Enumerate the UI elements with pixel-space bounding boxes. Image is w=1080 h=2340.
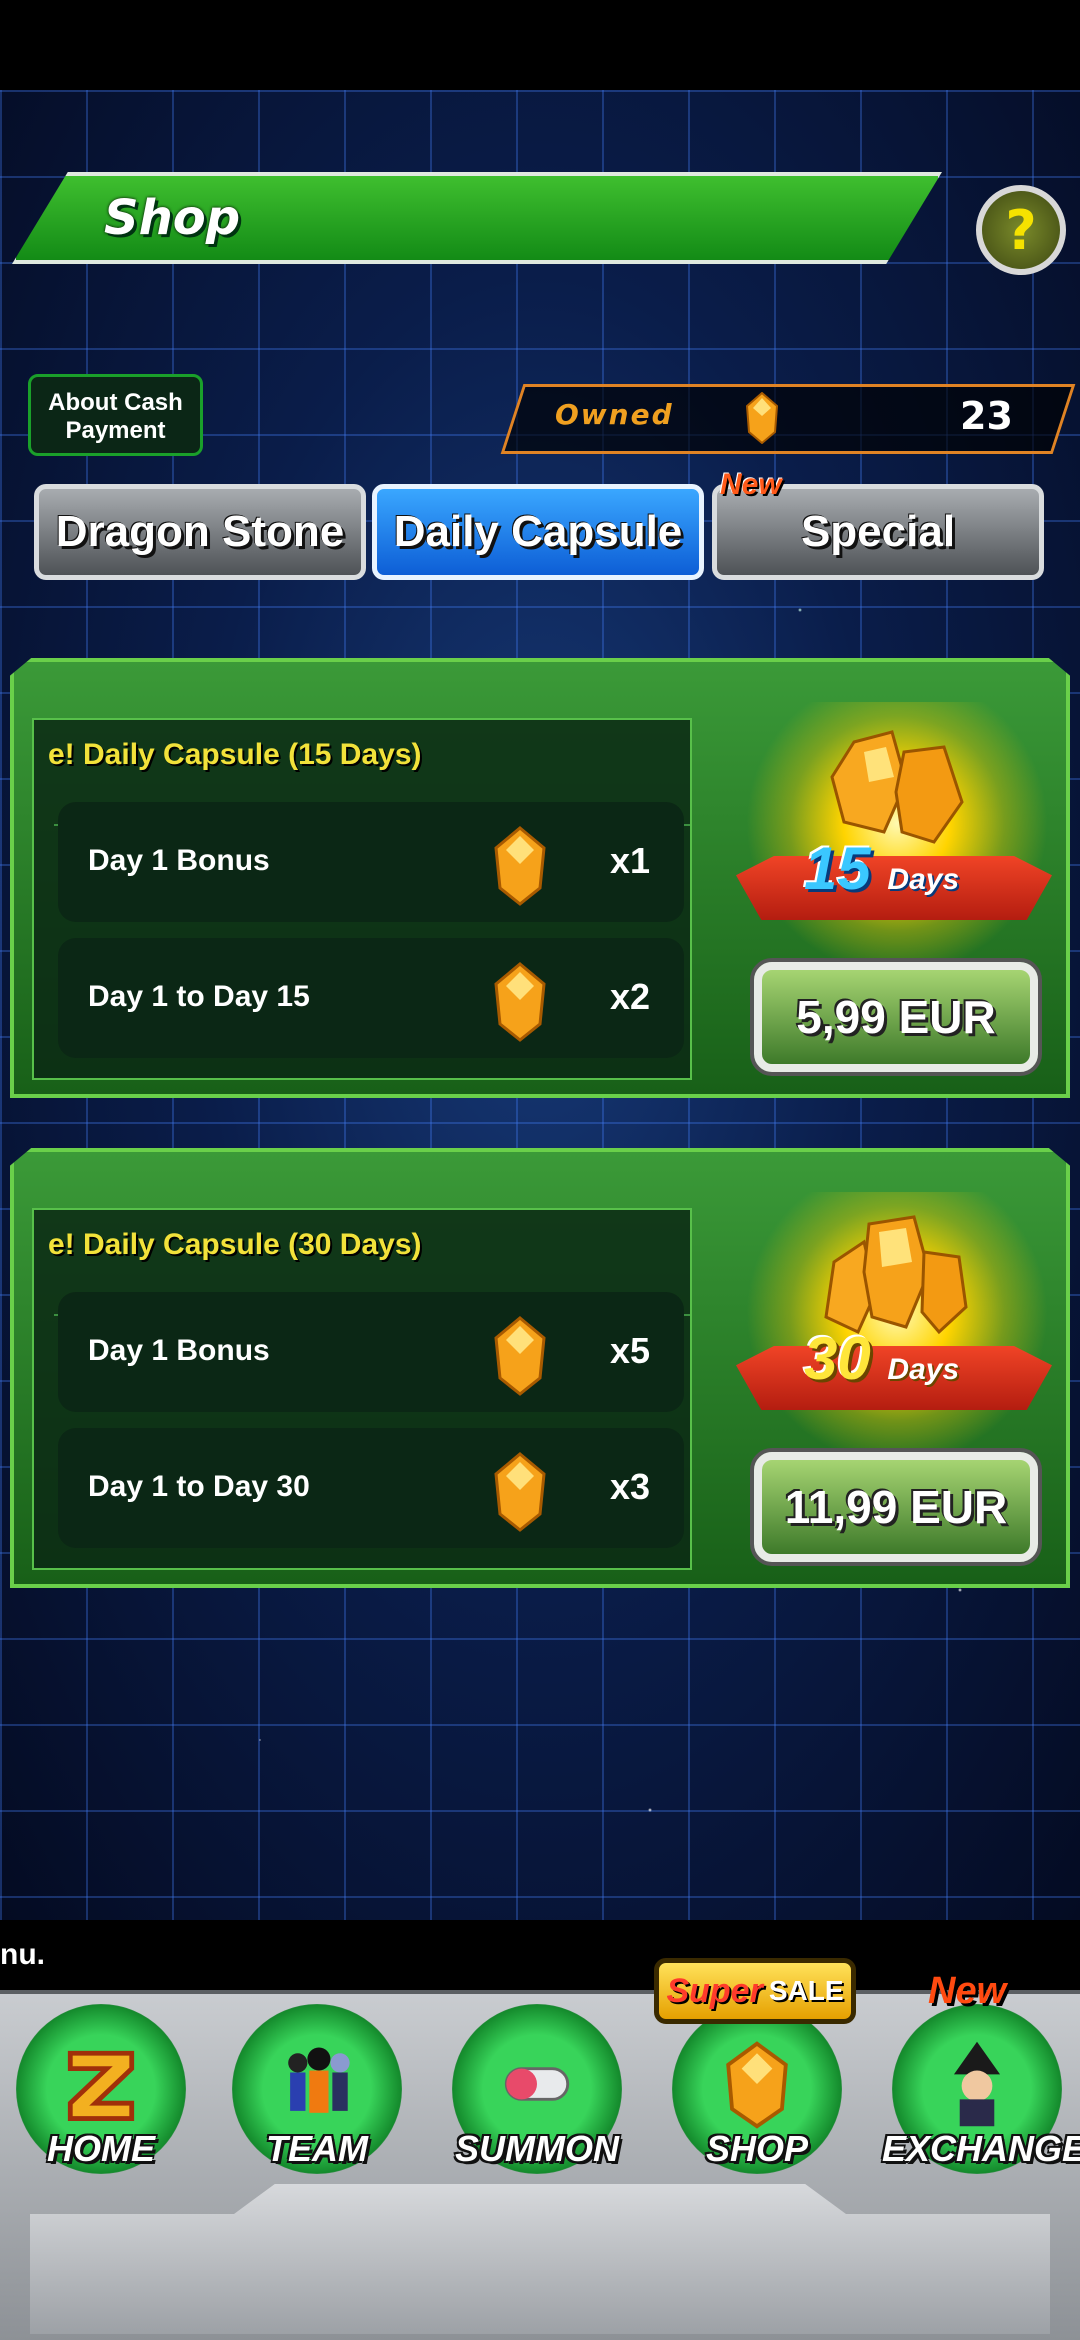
days-label: 30 Days: [804, 1324, 959, 1393]
offer-details: e! Daily Capsule (30 Days) Day 1 Bonus x…: [32, 1208, 692, 1570]
about-cash-payment-button[interactable]: About Cash Payment: [28, 374, 203, 456]
price-label: 11,99 EUR: [784, 1481, 1008, 1533]
nav-home-label: HOME: [47, 2128, 155, 2169]
days-word: Days: [887, 1353, 960, 1386]
nav-summon-button[interactable]: SUMMON: [452, 2004, 622, 2184]
owned-stone-count: 23: [960, 394, 1013, 438]
row-quantity: x2: [610, 976, 651, 1017]
days-number: 30: [804, 1325, 871, 1392]
nav-team-button[interactable]: TEAM: [232, 2004, 402, 2184]
row-label: Day 1 to Day 15: [88, 980, 310, 1013]
page-title: Shop: [104, 190, 241, 246]
offer-details: e! Daily Capsule (15 Days) Day 1 Bonus x…: [32, 718, 692, 1080]
help-button[interactable]: ?: [976, 185, 1066, 275]
nav-summon-label: SUMMON: [455, 2128, 619, 2169]
nav-shop-label: SHOP: [705, 2128, 809, 2169]
cash-button-line2: Payment: [65, 417, 166, 444]
exchange-character-icon: [927, 2034, 1027, 2134]
news-ticker: nu.: [0, 1920, 1080, 1990]
nav-metal-plate: [30, 2184, 1050, 2334]
ticker-text: nu.: [0, 1938, 45, 1971]
exchange-new-badge: New: [928, 1970, 1007, 2012]
row-quantity: x5: [610, 1330, 651, 1371]
offer-row: Day 1 Bonus x5: [58, 1292, 684, 1412]
price-label: 5,99 EUR: [796, 991, 996, 1043]
team-characters-icon: [267, 2034, 367, 2134]
tab-special-label: Special: [800, 507, 956, 556]
nav-team-label: TEAM: [266, 2128, 368, 2169]
z-logo-icon: [51, 2034, 151, 2134]
nav-exchange-button[interactable]: EXCHANGE: [882, 2004, 1080, 2184]
super-sale-sale: SALE: [768, 1975, 844, 2006]
offer-title: e! Daily Capsule (30 Days): [48, 1228, 422, 1261]
dragon-stone-icon: [494, 826, 546, 906]
super-sale-super: Super: [666, 1971, 763, 2010]
nav-exchange-label: EXCHANGE: [882, 2128, 1080, 2169]
tab-daily-capsule[interactable]: Daily Capsule: [372, 484, 704, 580]
days-word: Days: [887, 863, 960, 896]
offer-card-30-days[interactable]: e! Daily Capsule (30 Days) Day 1 Bonus x…: [10, 1148, 1070, 1588]
buy-30-days-button[interactable]: 11,99 EUR: [754, 1452, 1038, 1562]
cash-button-line1: About Cash: [48, 389, 183, 416]
offer-row: Day 1 to Day 15 x2: [58, 938, 684, 1058]
shop-tabs: Dragon Stone Daily Capsule Special: [34, 484, 1044, 580]
nav-home-button[interactable]: HOME: [16, 2004, 186, 2184]
dragon-stone-icon: [494, 962, 546, 1042]
row-label: Day 1 to Day 30: [88, 1470, 310, 1503]
tab-dragon-stone[interactable]: Dragon Stone: [34, 484, 366, 580]
bottom-nav: HOME TEAM SUMMON SHOP EXCHANGE: [0, 1990, 1080, 2340]
offer-card-15-days[interactable]: e! Daily Capsule (15 Days) Day 1 Bonus x…: [10, 658, 1070, 1098]
dragon-stone-icon: [707, 2034, 807, 2134]
tab-dragon-stone-label: Dragon Stone: [55, 507, 345, 556]
row-quantity: x1: [610, 840, 651, 881]
nav-shop-button[interactable]: SHOP: [672, 2004, 842, 2184]
days-label: 15 Days: [804, 834, 959, 903]
offer-title: e! Daily Capsule (15 Days): [48, 738, 422, 771]
dragon-stone-icon: [494, 1316, 546, 1396]
row-label: Day 1 Bonus: [88, 1334, 270, 1367]
row-quantity: x3: [610, 1466, 651, 1507]
tab-daily-capsule-label: Daily Capsule: [393, 507, 683, 556]
offer-row: Day 1 Bonus x1: [58, 802, 684, 922]
shop-title-bar: Shop: [12, 172, 942, 264]
row-label: Day 1 Bonus: [88, 844, 270, 877]
days-number: 15: [804, 835, 871, 902]
capsule-icon: [487, 2034, 587, 2134]
super-sale-badge: Super SALE: [654, 1958, 856, 2024]
question-mark-icon: ?: [1005, 198, 1037, 262]
special-new-badge: New: [720, 468, 782, 501]
dragon-stone-icon: [494, 1452, 546, 1532]
offer-row: Day 1 to Day 30 x3: [58, 1428, 684, 1548]
owned-label: Owned: [555, 398, 674, 431]
buy-15-days-button[interactable]: 5,99 EUR: [754, 962, 1038, 1072]
dragon-stone-icon: [745, 392, 779, 444]
